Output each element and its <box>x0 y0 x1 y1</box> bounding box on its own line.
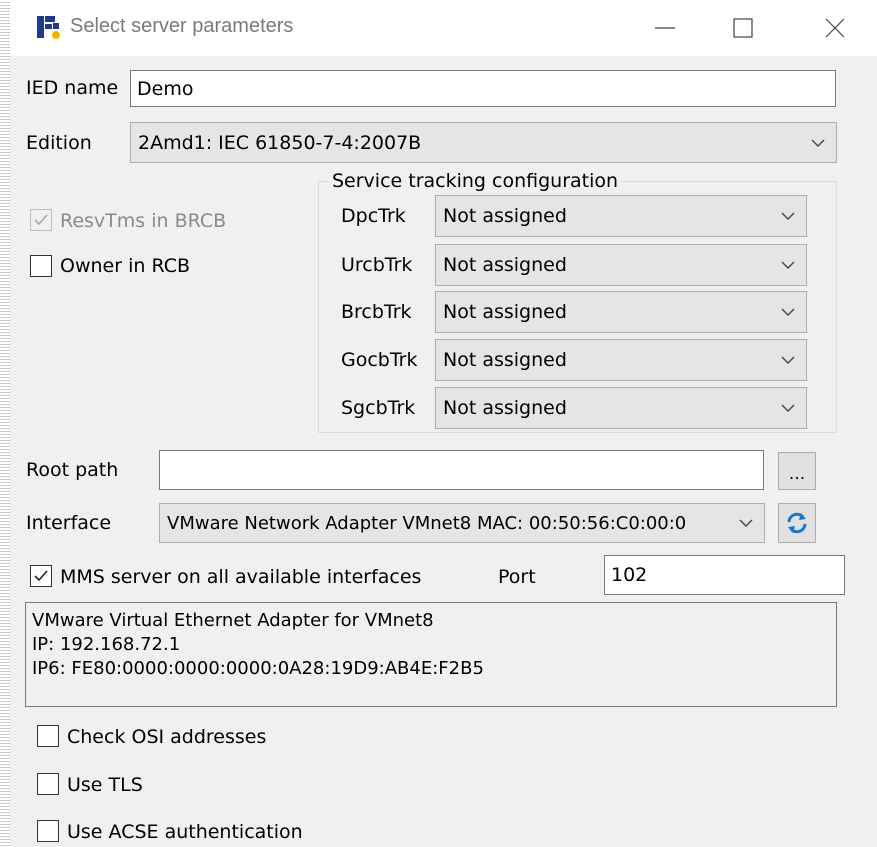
refresh-interfaces-button[interactable] <box>778 503 816 543</box>
brcbtrk-dropdown[interactable]: Not assigned <box>435 291 807 333</box>
port-label: Port <box>498 566 536 588</box>
close-icon <box>825 18 845 38</box>
gocbtrk-value: Not assigned <box>443 349 567 371</box>
urcbtrk-label: UrcbTrk <box>341 254 413 276</box>
dpctrk-label: DpcTrk <box>341 205 406 227</box>
sgcbtrk-label: SgcbTrk <box>341 397 416 419</box>
interface-value: VMware Network Adapter VMnet8 MAC: 00:50… <box>167 512 687 534</box>
dpctrk-dropdown[interactable]: Not assigned <box>435 195 807 237</box>
use-tls-checkbox[interactable] <box>37 773 59 795</box>
chevron-down-icon <box>811 139 825 147</box>
edition-dropdown[interactable]: 2Amd1: IEC 61850-7-4:2007B <box>130 122 837 163</box>
interface-info-box: VMware Virtual Ethernet Adapter for VMne… <box>25 602 837 707</box>
urcbtrk-dropdown[interactable]: Not assigned <box>435 244 807 286</box>
edition-value: 2Amd1: IEC 61850-7-4:2007B <box>138 131 422 154</box>
port-input[interactable]: 102 <box>604 555 845 595</box>
port-value: 102 <box>611 564 648 586</box>
interface-label: Interface <box>26 512 112 534</box>
minimize-button[interactable] <box>635 0 695 56</box>
checkmark-icon <box>34 214 48 226</box>
use-acse-checkbox[interactable] <box>37 820 59 842</box>
sgcbtrk-value: Not assigned <box>443 397 567 419</box>
chevron-down-icon <box>739 519 753 527</box>
sgcbtrk-dropdown[interactable]: Not assigned <box>435 387 807 429</box>
check-osi-checkbox[interactable] <box>37 725 59 747</box>
dialog-window: Select server parameters IED name Demo E… <box>10 0 877 847</box>
resvtms-checkbox[interactable] <box>30 209 52 231</box>
app-icon <box>37 16 60 39</box>
urcbtrk-value: Not assigned <box>443 254 567 276</box>
interface-dropdown[interactable]: VMware Network Adapter VMnet8 MAC: 00:50… <box>159 503 765 543</box>
background-window-edge <box>0 0 10 847</box>
chevron-down-icon <box>781 261 795 269</box>
brcbtrk-value: Not assigned <box>443 301 567 323</box>
dpctrk-value: Not assigned <box>443 205 567 227</box>
root-path-input[interactable] <box>159 450 764 490</box>
interface-info-line-3: IP6: FE80:0000:0000:0000:0A28:19D9:AB4E:… <box>32 658 484 679</box>
ied-name-label: IED name <box>26 77 119 99</box>
minimize-icon <box>655 27 675 29</box>
use-tls-label: Use TLS <box>67 774 143 796</box>
resvtms-label: ResvTms in BRCB <box>60 210 227 232</box>
mms-all-interfaces-checkbox[interactable] <box>30 565 52 587</box>
window-title: Select server parameters <box>70 15 294 37</box>
maximize-button[interactable] <box>713 0 773 56</box>
gocbtrk-label: GocbTrk <box>341 349 418 371</box>
owner-rcb-label: Owner in RCB <box>60 255 190 277</box>
chevron-down-icon <box>781 404 795 412</box>
interface-info-line-1: VMware Virtual Ethernet Adapter for VMne… <box>32 610 434 631</box>
interface-info-line-2: IP: 192.168.72.1 <box>32 634 181 655</box>
check-osi-label: Check OSI addresses <box>67 726 267 748</box>
use-acse-label: Use ACSE authentication <box>67 821 303 843</box>
browse-button[interactable]: ... <box>778 452 816 490</box>
chevron-down-icon <box>781 356 795 364</box>
owner-rcb-checkbox[interactable] <box>30 255 52 277</box>
chevron-down-icon <box>781 212 795 220</box>
browse-label: ... <box>788 464 806 484</box>
gocbtrk-dropdown[interactable]: Not assigned <box>435 339 807 381</box>
title-bar: Select server parameters <box>10 0 877 56</box>
maximize-icon <box>733 18 753 38</box>
ied-name-value: Demo <box>137 77 194 100</box>
ied-name-input[interactable]: Demo <box>130 70 836 107</box>
chevron-down-icon <box>781 308 795 316</box>
mms-all-interfaces-label: MMS server on all available interfaces <box>60 566 422 588</box>
brcbtrk-label: BrcbTrk <box>341 301 412 323</box>
root-path-label: Root path <box>26 459 119 481</box>
service-tracking-title: Service tracking configuration <box>329 169 622 193</box>
refresh-icon <box>787 512 807 534</box>
checkmark-icon <box>34 570 48 582</box>
close-button[interactable] <box>805 0 865 56</box>
edition-label: Edition <box>26 132 92 154</box>
